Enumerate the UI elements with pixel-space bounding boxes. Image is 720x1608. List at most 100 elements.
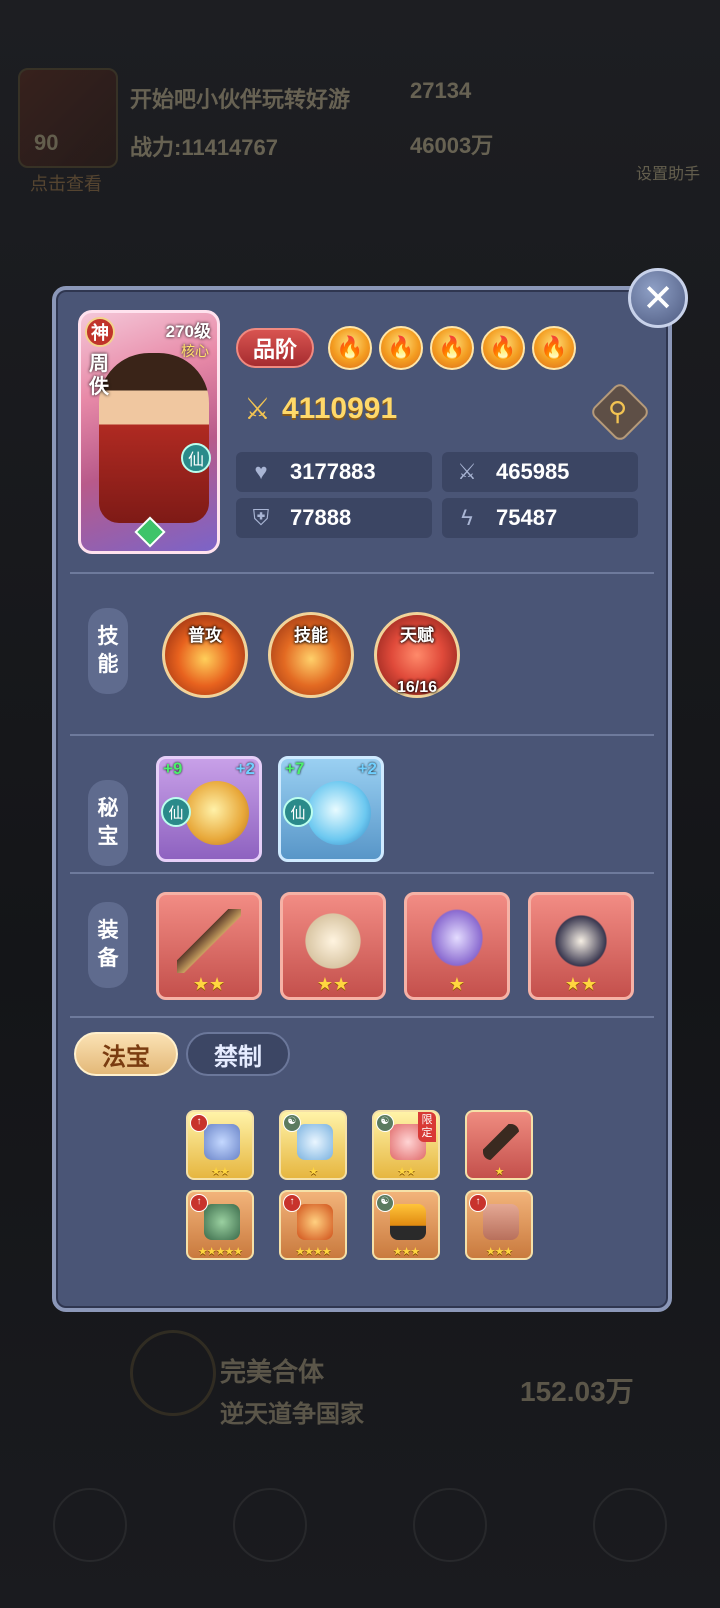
accessory-icon — [425, 909, 489, 973]
section-label-treasures: 秘宝 — [88, 780, 128, 866]
tab-fabao[interactable]: 法宝 — [74, 1032, 178, 1076]
yin-yang-icon: ☯ — [376, 1114, 394, 1132]
fabao-image — [297, 1204, 333, 1240]
fabao-image — [483, 1124, 519, 1160]
equipment-slot-accessory[interactable]: ★ — [404, 892, 510, 1000]
fabao-item[interactable]: ☯ ★ — [279, 1110, 347, 1180]
fabao-item[interactable]: ↑ ★★★★ — [279, 1190, 347, 1260]
hero-level: 270级 — [165, 322, 211, 341]
background-nav-icon — [413, 1488, 487, 1562]
stat-resist: ϟ 75487 — [442, 498, 638, 538]
treasure-plus-level: +9 — [163, 759, 183, 778]
background-stat-a: 27134 — [410, 78, 472, 103]
treasure-plus-star: +2 — [357, 759, 377, 778]
tab-jinzhi[interactable]: 禁制 — [186, 1032, 290, 1076]
fabao-stars: ★★★ — [392, 1246, 421, 1258]
section-label-equipment: 装备 — [88, 902, 128, 988]
skill-normal-attack[interactable]: 普攻 — [162, 612, 248, 698]
stat-defense: ⛨ 77888 — [236, 498, 432, 538]
grade-flames: 🔥 🔥 🔥 🔥 🔥 — [328, 326, 576, 370]
equipment-stars: ★★ — [316, 974, 350, 994]
fabao-image — [297, 1124, 333, 1160]
background-bottom-value: 152.03万 — [520, 1376, 634, 1407]
fabao-item[interactable]: ↑ ★★★★★ — [186, 1190, 254, 1260]
treasure-slot[interactable]: +7 +2 仙 — [278, 756, 384, 862]
background-avatar — [18, 68, 118, 168]
equipment-slot-boots[interactable]: ★★ — [528, 892, 634, 1000]
background-power: 战力:11414767 — [130, 135, 278, 160]
upgrade-arrow-icon: ↑ — [469, 1194, 487, 1212]
treasure-slot[interactable]: +9 +2 仙 — [156, 756, 262, 862]
sword-icon: ⚔ — [457, 459, 477, 484]
fabao-image — [390, 1204, 426, 1240]
hero-figure-image — [99, 353, 209, 523]
upgrade-arrow-icon: ↑ — [190, 1194, 208, 1212]
background-stat-b: 46003万 — [410, 133, 494, 158]
fabao-stars: ★★★★ — [295, 1246, 331, 1258]
fabao-item[interactable]: ★ — [465, 1110, 533, 1180]
background-right-label: 设置助手 — [635, 166, 700, 183]
hero-name: 周佚 — [89, 353, 109, 398]
background-level: 90 — [34, 130, 59, 155]
crossed-swords-icon: ⚔ — [244, 393, 271, 426]
fabao-image — [483, 1204, 519, 1240]
fabao-stars: ★ — [308, 1166, 319, 1178]
fabao-item[interactable]: ↑ ★★ — [186, 1110, 254, 1180]
stat-hp-value: 3177883 — [290, 459, 376, 484]
fabao-image — [204, 1124, 240, 1160]
upgrade-arrow-icon: ↑ — [190, 1114, 208, 1132]
limited-badge: 限定 — [418, 1112, 436, 1142]
skill-label: 天赋 — [400, 626, 434, 645]
skill-active[interactable]: 技能 — [268, 612, 354, 698]
fabao-item[interactable]: ☯ 限定 ★★ — [372, 1110, 440, 1180]
fabao-stars: ★★★ — [485, 1246, 514, 1258]
fabao-item[interactable]: ☯ ★★★ — [372, 1190, 440, 1260]
weapon-icon — [177, 909, 241, 973]
divider — [70, 1016, 654, 1018]
treasure-orb-image — [185, 781, 249, 845]
background-nav-icon — [233, 1488, 307, 1562]
background-bottom-line1: 完美合体 — [220, 1357, 325, 1387]
close-icon: ✕ — [642, 277, 674, 320]
equipment-slot-weapon[interactable]: ★★ — [156, 892, 262, 1000]
flame-icon: 🔥 — [328, 326, 372, 370]
armor-icon — [301, 909, 365, 973]
stat-attack: ⚔ 465985 — [442, 452, 638, 492]
treasure-plus-star: +2 — [235, 759, 255, 778]
hero-portrait-card[interactable]: 神 周佚 270级 核心 仙 — [78, 310, 220, 554]
hero-core-tag: 核心 — [181, 343, 209, 359]
grade-label: 品阶 — [236, 328, 314, 368]
fabao-item[interactable]: ↑ ★★★ — [465, 1190, 533, 1260]
background-nav-icon — [593, 1488, 667, 1562]
equipment-slot-armor[interactable]: ★★ — [280, 892, 386, 1000]
background-sub-label: 点击查看 — [30, 174, 102, 194]
hero-rank-badge: 神 — [85, 317, 115, 347]
upgrade-arrow-icon: ↑ — [283, 1194, 301, 1212]
lightning-shield-icon: ϟ — [461, 505, 473, 530]
equipment-stars: ★ — [448, 974, 466, 994]
shield-icon: ⛨ — [252, 505, 270, 530]
boots-icon — [549, 909, 613, 973]
divider — [70, 872, 654, 874]
skill-talent[interactable]: 天赋 16/16 — [374, 612, 460, 698]
flame-icon: 🔥 — [379, 326, 423, 370]
divider — [70, 572, 654, 574]
fabao-stars: ★★ — [397, 1166, 416, 1178]
fabao-image — [204, 1204, 240, 1240]
stat-hp: ♥ 3177883 — [236, 452, 432, 492]
magnifier-icon: ⚲ — [608, 396, 628, 426]
background-player-name: 开始吧小伙伴玩转好游 — [130, 87, 351, 112]
background-player-header: 90 开始吧小伙伴玩转好游 战力:11414767 27134 46003万 点… — [10, 60, 710, 210]
heart-icon: ♥ — [254, 459, 268, 484]
flame-icon: 🔥 — [430, 326, 474, 370]
treasure-orb-image — [307, 781, 371, 845]
treasure-element-badge: 仙 — [161, 797, 191, 827]
talent-progress: 16/16 — [396, 679, 438, 696]
skill-label: 普攻 — [188, 626, 222, 645]
close-button[interactable]: ✕ — [628, 268, 688, 328]
background-emblem-icon — [130, 1330, 216, 1416]
background-bottom-nav — [0, 1488, 720, 1578]
stat-resist-value: 75487 — [496, 505, 558, 530]
fabao-stars: ★ — [494, 1166, 505, 1178]
divider — [70, 734, 654, 736]
